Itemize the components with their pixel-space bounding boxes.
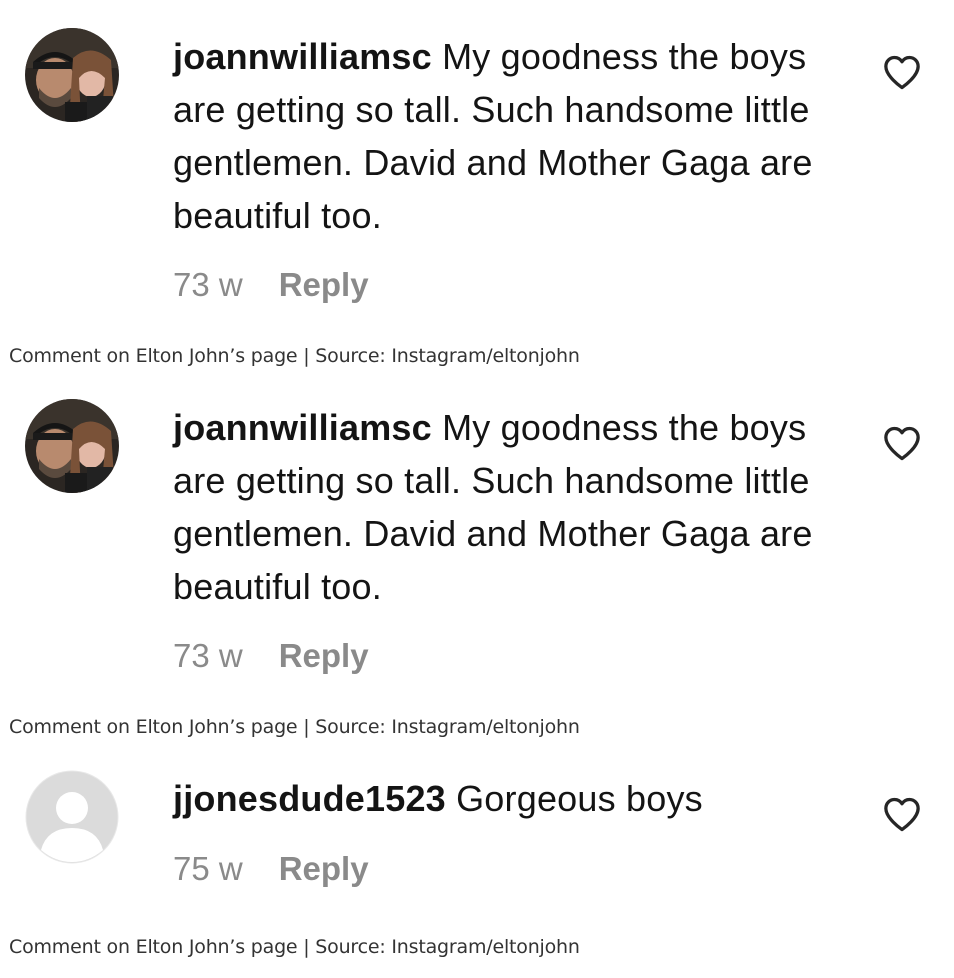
comment-text: joannwilliamsc My goodness the boys are … — [173, 401, 853, 613]
comment-username[interactable]: jjonesdude1523 — [173, 778, 446, 819]
heart-icon — [884, 797, 920, 832]
reply-button[interactable]: Reply — [279, 637, 369, 674]
comment-username[interactable]: joannwilliamsc — [173, 36, 432, 77]
image-caption: Comment on Elton John’s page | Source: I… — [9, 936, 580, 958]
profile-photo — [25, 399, 119, 493]
comment-item: joannwilliamsc My goodness the boys are … — [0, 371, 954, 738]
avatar[interactable] — [25, 28, 119, 122]
heart-icon — [884, 55, 920, 90]
reply-button[interactable]: Reply — [279, 850, 369, 887]
image-caption: Comment on Elton John’s page | Source: I… — [9, 345, 580, 367]
avatar[interactable] — [25, 399, 119, 493]
comment-text: jjonesdude1523 Gorgeous boys — [173, 772, 853, 825]
heart-icon — [884, 426, 920, 461]
comment-body: Gorgeous boys — [445, 778, 703, 819]
profile-photo — [25, 28, 119, 122]
like-button[interactable] — [880, 50, 924, 94]
comment-timestamp: 73 w — [173, 266, 243, 303]
comment-meta: 75 w Reply — [173, 850, 369, 888]
reply-button[interactable]: Reply — [279, 266, 369, 303]
comment-meta: 73 w Reply — [173, 266, 369, 304]
like-button[interactable] — [880, 421, 924, 465]
image-caption: Comment on Elton John’s page | Source: I… — [9, 716, 580, 738]
comment-item: jjonesdude1523 Gorgeous boys 75 w Reply C… — [0, 742, 954, 978]
avatar[interactable] — [25, 770, 119, 864]
comment-username[interactable]: joannwilliamsc — [173, 407, 432, 448]
comment-meta: 73 w Reply — [173, 637, 369, 675]
default-avatar-icon — [25, 770, 119, 864]
comment-timestamp: 75 w — [173, 850, 243, 887]
comment-item: joannwilliamsc My goodness the boys are … — [0, 0, 954, 367]
comment-text: joannwilliamsc My goodness the boys are … — [173, 30, 853, 242]
like-button[interactable] — [880, 792, 924, 836]
comment-timestamp: 73 w — [173, 637, 243, 674]
